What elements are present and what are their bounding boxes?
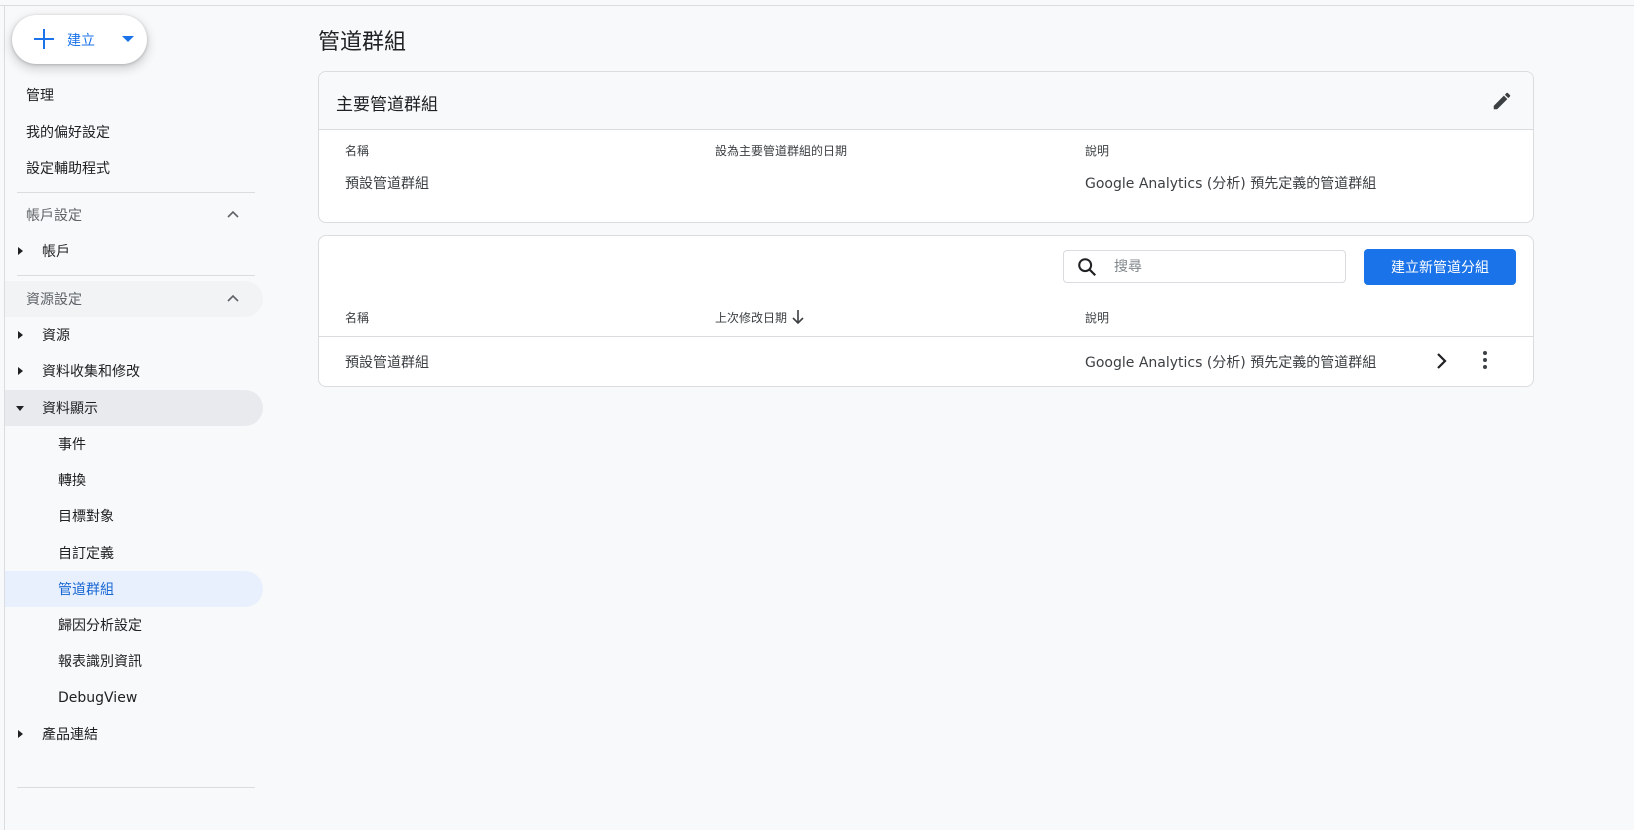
sidebar-item-attribution-settings[interactable]: 歸因分析設定 bbox=[5, 607, 263, 643]
row-description: Google Analytics (分析) 預先定義的管道群組 bbox=[1085, 355, 1377, 371]
sidebar-divider bbox=[17, 192, 255, 193]
column-header-last-modified[interactable]: 上次修改日期 bbox=[715, 309, 787, 326]
sidebar-item-label: 自訂定義 bbox=[58, 546, 114, 562]
sidebar-item-label: 管理 bbox=[26, 88, 54, 104]
sidebar: 建立 管理 我的偏好設定 設定輔助程式 帳戶設定 帳戶 資源設定 資源 資料收集… bbox=[5, 6, 263, 830]
primary-group-name: 預設管道群組 bbox=[345, 176, 429, 192]
chevron-up-icon bbox=[227, 294, 239, 302]
card-title: 主要管道群組 bbox=[336, 95, 438, 115]
sidebar-item-debugview[interactable]: DebugView bbox=[5, 680, 263, 716]
column-header-name: 名稱 bbox=[345, 144, 370, 158]
sidebar-item-audiences[interactable]: 目標對象 bbox=[5, 498, 263, 534]
page-title: 管道群組 bbox=[318, 30, 407, 55]
sidebar-item-data-display[interactable]: 資料顯示 bbox=[5, 390, 263, 426]
sidebar-item-events[interactable]: 事件 bbox=[5, 426, 263, 462]
column-header-name[interactable]: 名稱 bbox=[345, 309, 369, 326]
sidebar-section-label: 帳戶設定 bbox=[26, 208, 82, 224]
sidebar-item-label: 產品連結 bbox=[42, 727, 98, 743]
sidebar-divider bbox=[17, 275, 255, 276]
sidebar-item-product-links[interactable]: 產品連結 bbox=[5, 716, 263, 752]
sidebar-item-label: 轉換 bbox=[58, 473, 86, 489]
chevron-right-icon[interactable] bbox=[1435, 352, 1449, 370]
column-header-description[interactable]: 說明 bbox=[1085, 309, 1109, 326]
primary-group-description: Google Analytics (分析) 預先定義的管道群組 bbox=[1085, 176, 1377, 192]
sidebar-item-label: 資源 bbox=[42, 328, 70, 344]
pencil-icon[interactable] bbox=[1491, 90, 1513, 112]
sidebar-item-conversions[interactable]: 轉換 bbox=[5, 462, 263, 498]
sidebar-item-label: 資料收集和修改 bbox=[42, 364, 140, 380]
sidebar-item-label: 帳戶 bbox=[42, 244, 70, 260]
sidebar-item-label: 資料顯示 bbox=[42, 401, 98, 417]
sidebar-item-property[interactable]: 資源 bbox=[5, 317, 263, 353]
search-icon bbox=[1078, 258, 1097, 277]
sidebar-item-channel-groups[interactable]: 管道群組 bbox=[5, 571, 263, 607]
sidebar-item-account[interactable]: 帳戶 bbox=[5, 233, 263, 269]
sidebar-item-label: 目標對象 bbox=[58, 509, 114, 525]
sidebar-item-preferences[interactable]: 我的偏好設定 bbox=[26, 114, 256, 150]
sidebar-item-label: 歸因分析設定 bbox=[58, 618, 142, 634]
sidebar-item-setup-assistant[interactable]: 設定輔助程式 bbox=[26, 150, 256, 186]
sidebar-item-data-collection[interactable]: 資料收集和修改 bbox=[5, 353, 263, 389]
sidebar-item-admin[interactable]: 管理 bbox=[26, 77, 256, 113]
more-vert-icon[interactable] bbox=[1481, 351, 1489, 371]
create-new-channel-group-button[interactable]: 建立新管道分組 bbox=[1364, 249, 1516, 285]
sidebar-item-label: 事件 bbox=[58, 437, 86, 453]
create-button-label: 建立 bbox=[67, 33, 95, 49]
sidebar-item-reporting-identity[interactable]: 報表識別資訊 bbox=[5, 643, 263, 679]
row-divider bbox=[319, 336, 1533, 337]
primary-channel-group-card: 主要管道群組 名稱 設為主要管道群組的日期 說明 預設管道群組 Google A… bbox=[318, 71, 1534, 223]
sidebar-section-account-settings[interactable]: 帳戶設定 bbox=[5, 197, 263, 233]
column-header-date: 設為主要管道群組的日期 bbox=[715, 144, 848, 158]
chevron-up-icon bbox=[227, 210, 239, 218]
search-box[interactable] bbox=[1063, 250, 1346, 283]
row-name[interactable]: 預設管道群組 bbox=[345, 352, 429, 372]
expand-right-icon bbox=[18, 247, 23, 255]
caret-down-icon bbox=[122, 36, 134, 42]
expand-right-icon bbox=[18, 367, 23, 375]
channel-groups-list-card: 建立新管道分組 名稱 上次修改日期 說明 預設管道群組 Google Analy… bbox=[318, 235, 1534, 387]
search-input[interactable] bbox=[1114, 255, 1334, 279]
column-header-description: 說明 bbox=[1085, 144, 1110, 158]
sidebar-divider bbox=[17, 787, 255, 788]
expand-down-icon bbox=[16, 406, 24, 411]
create-button[interactable]: 建立 bbox=[12, 15, 147, 64]
sidebar-item-label: 報表識別資訊 bbox=[58, 654, 142, 670]
expand-right-icon bbox=[18, 331, 23, 339]
sidebar-item-custom-definitions[interactable]: 自訂定義 bbox=[5, 535, 263, 571]
arrow-down-icon[interactable] bbox=[791, 309, 805, 325]
sidebar-item-label: 管道群組 bbox=[58, 582, 114, 598]
plus-icon bbox=[34, 29, 54, 49]
sidebar-item-label: 設定輔助程式 bbox=[26, 161, 110, 177]
card-header: 主要管道群組 bbox=[319, 72, 1533, 130]
sidebar-item-label: DebugView bbox=[58, 690, 138, 706]
sidebar-item-label: 我的偏好設定 bbox=[26, 125, 110, 141]
sidebar-section-property-settings[interactable]: 資源設定 bbox=[5, 281, 263, 317]
expand-right-icon bbox=[18, 730, 23, 738]
sidebar-section-label: 資源設定 bbox=[26, 292, 82, 308]
